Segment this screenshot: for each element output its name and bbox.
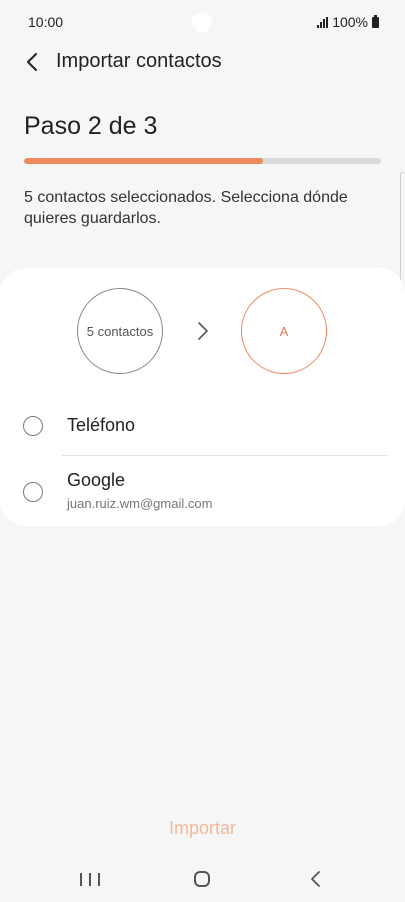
- step-title: Paso 2 de 3: [24, 112, 158, 140]
- radio-button-icon[interactable]: [23, 416, 43, 436]
- navigation-bar: [0, 858, 405, 902]
- target-label: A: [279, 323, 289, 339]
- target-circle: A: [241, 288, 327, 374]
- step-progress-bar: [24, 158, 381, 164]
- battery-percent: 100%: [332, 14, 368, 30]
- recent-apps-icon[interactable]: [80, 870, 100, 888]
- page-title: Importar contactos: [56, 50, 222, 72]
- signal-icon: [317, 16, 329, 28]
- status-time: 10:00: [28, 14, 64, 30]
- radio-button-icon[interactable]: [23, 482, 43, 502]
- option-label: Teléfono: [67, 415, 136, 435]
- step-progress-fill: [24, 158, 264, 164]
- back-icon[interactable]: [306, 869, 326, 889]
- home-icon[interactable]: [194, 871, 210, 887]
- status-indicators: 100%: [317, 14, 379, 30]
- selection-description: 5 contactos seleccionados. Selecciona dó…: [24, 189, 348, 227]
- camera-cutout: [192, 12, 212, 32]
- chevron-left-icon: [27, 53, 37, 71]
- option-account-email: juan.ruiz.wm@gmail.com: [67, 496, 213, 511]
- screen: 10:00 100% Importar contactos Paso 2 de …: [0, 0, 405, 902]
- option-phone[interactable]: Teléfono: [0, 398, 405, 454]
- app-header: Importar contactos: [0, 40, 405, 84]
- destination-card: 5 contactos A Teléfono Google juan.ruiz.…: [0, 268, 405, 526]
- option-label: Google: [67, 470, 126, 490]
- option-google[interactable]: Google juan.ruiz.wm@gmail.com: [0, 464, 405, 520]
- source-label: 5 contactos: [86, 323, 154, 339]
- divider: [62, 455, 387, 456]
- back-button[interactable]: [18, 48, 46, 76]
- source-circle: 5 contactos: [77, 288, 163, 374]
- chevron-right-icon: [198, 322, 208, 340]
- battery-icon: [372, 14, 379, 28]
- import-button[interactable]: Importar: [130, 812, 275, 844]
- status-bar: 10:00 100%: [0, 0, 405, 44]
